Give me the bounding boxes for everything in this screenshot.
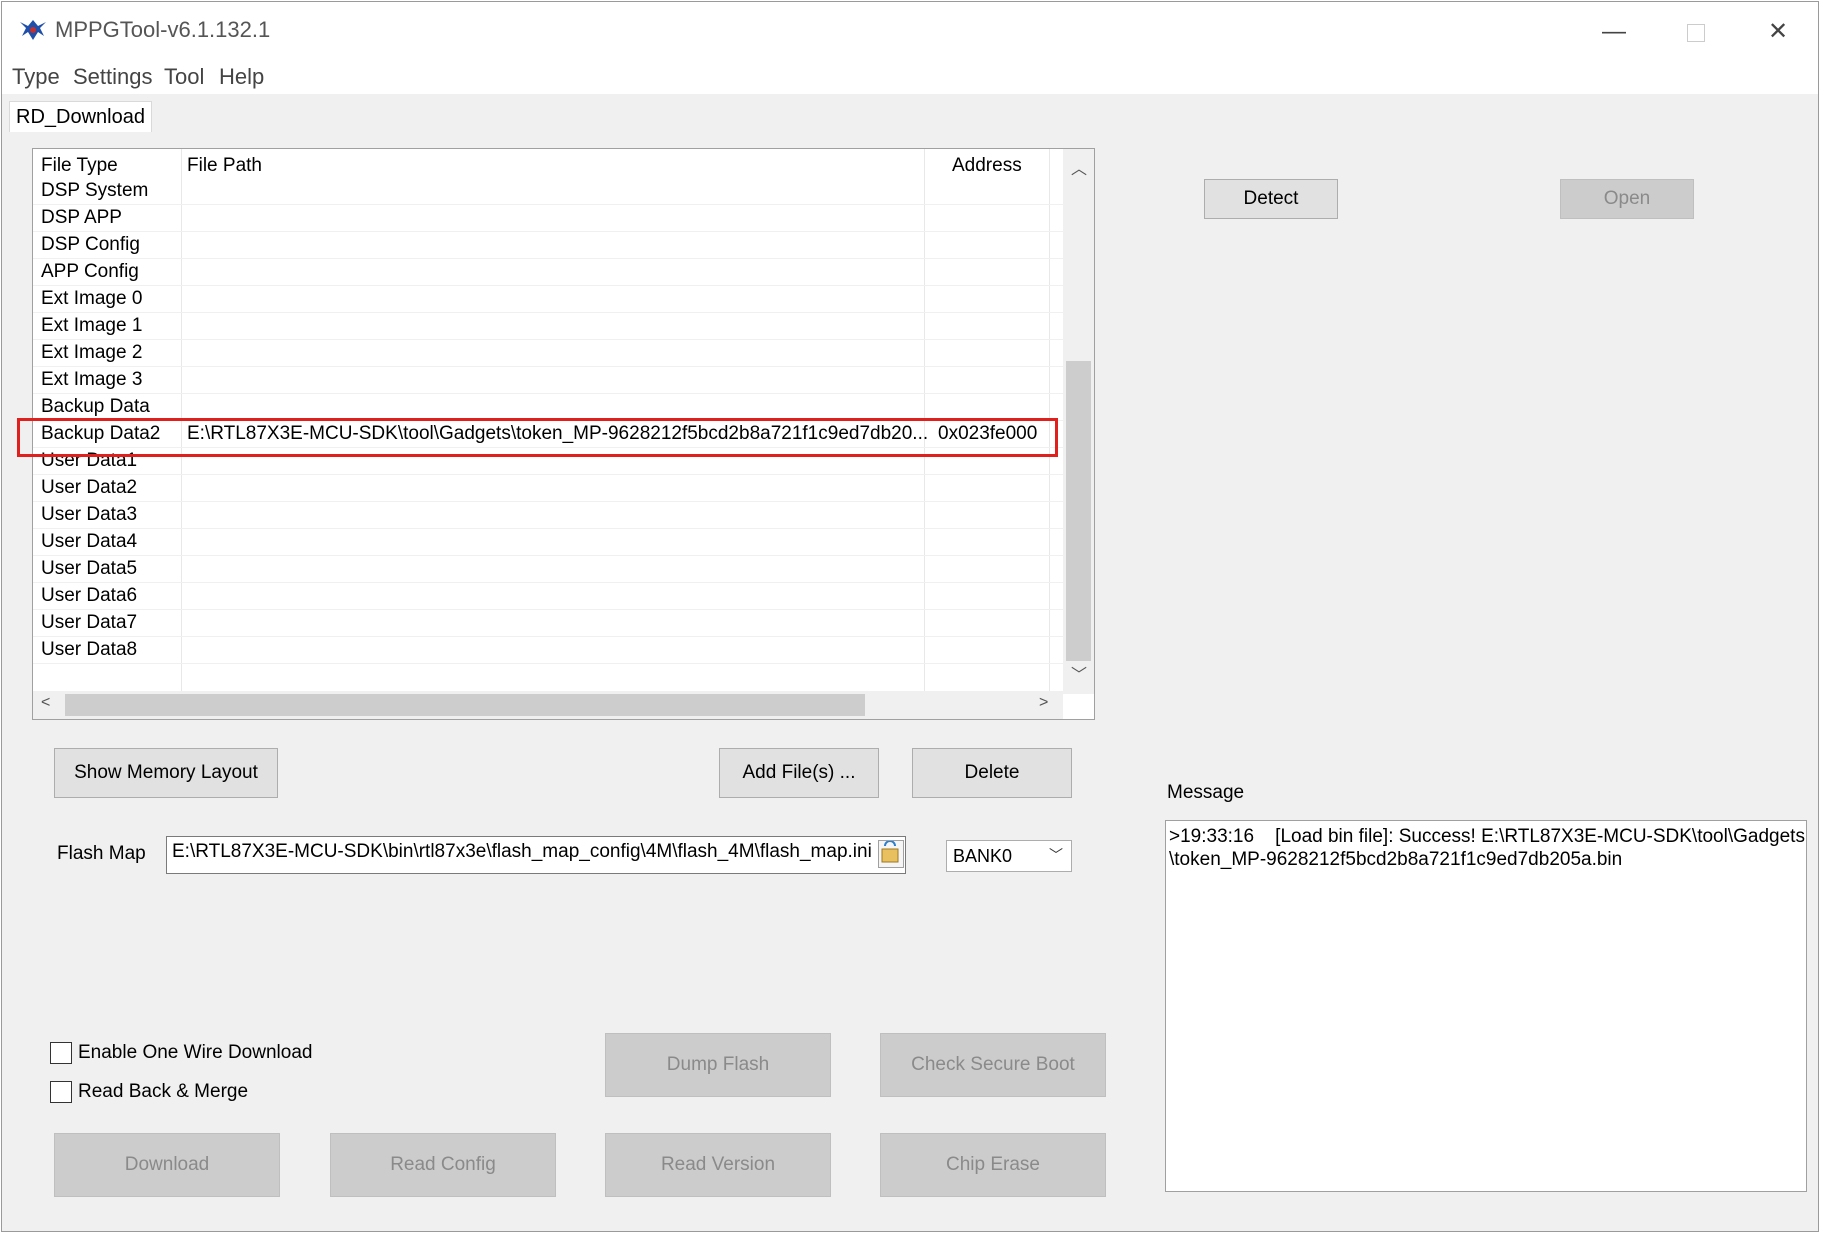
horizontal-scroll-thumb[interactable] xyxy=(65,694,865,716)
menu-settings[interactable]: Settings xyxy=(73,64,153,90)
table-row[interactable]: User Data3 xyxy=(33,502,1063,529)
title-bar: MPPGTool-v6.1.132.1 — ✕ xyxy=(2,2,1818,62)
detect-button[interactable]: Detect xyxy=(1204,179,1338,219)
scroll-down-icon[interactable]: ﹀ xyxy=(1071,661,1087,685)
cell-file-type: Ext Image 1 xyxy=(41,315,143,336)
browse-folder-icon[interactable] xyxy=(878,840,904,868)
cell-file-type: User Data7 xyxy=(41,612,138,633)
app-window: MPPGTool-v6.1.132.1 — ✕ Type Settings To… xyxy=(1,1,1819,1232)
cell-file-type: User Data2 xyxy=(41,477,138,498)
maximize-button[interactable] xyxy=(1678,16,1714,48)
table-row[interactable]: User Data6 xyxy=(33,583,1063,610)
table-header: File Type File Path Address xyxy=(33,149,1063,181)
scroll-right-icon[interactable]: > xyxy=(1039,694,1048,712)
read-back-label: Read Back & Merge xyxy=(78,1081,249,1102)
table-row[interactable]: User Data4 xyxy=(33,529,1063,556)
menu-type[interactable]: Type xyxy=(12,64,60,90)
scroll-up-icon[interactable]: ︿ xyxy=(1071,155,1087,179)
chevron-down-icon: ﹀ xyxy=(1049,847,1063,863)
cell-file-type: DSP Config xyxy=(41,234,140,255)
table-row[interactable]: Ext Image 3 xyxy=(33,367,1063,394)
bank-select[interactable]: BANK0 ﹀ xyxy=(946,840,1072,872)
highlight-box xyxy=(17,418,1058,457)
table-row[interactable]: User Data7 xyxy=(33,610,1063,637)
check-secure-boot-button[interactable]: Check Secure Boot xyxy=(880,1033,1106,1097)
cell-file-type: APP Config xyxy=(41,261,139,282)
app-logo-icon xyxy=(20,20,46,40)
horizontal-scrollbar[interactable]: < > xyxy=(33,691,1063,719)
flash-map-field[interactable]: E:\RTL87X3E-MCU-SDK\bin\rtl87x3e\flash_m… xyxy=(166,836,906,874)
table-row[interactable]: Ext Image 0 xyxy=(33,286,1063,313)
cell-file-type: Ext Image 2 xyxy=(41,342,143,363)
menu-bar: Type Settings Tool Help xyxy=(2,62,1818,94)
bank-select-value: BANK0 xyxy=(953,846,1013,866)
vertical-scroll-thumb[interactable] xyxy=(1066,361,1091,661)
table-row[interactable]: APP Config xyxy=(33,259,1063,286)
table-row[interactable]: Ext Image 2 xyxy=(33,340,1063,367)
cell-file-type: User Data3 xyxy=(41,504,138,525)
menu-tool[interactable]: Tool xyxy=(164,64,204,90)
vertical-scrollbar[interactable]: ︿ ﹀ xyxy=(1063,149,1094,694)
cell-file-type: Ext Image 0 xyxy=(41,288,143,309)
table-row[interactable]: DSP APP xyxy=(33,205,1063,232)
delete-button[interactable]: Delete xyxy=(912,748,1072,798)
table-row[interactable]: DSP Config xyxy=(33,232,1063,259)
header-file-type[interactable]: File Type xyxy=(41,155,118,177)
cell-file-type: DSP APP xyxy=(41,207,122,228)
window-title: MPPGTool-v6.1.132.1 xyxy=(55,17,271,42)
one-wire-checkbox[interactable] xyxy=(50,1042,72,1064)
table-row[interactable]: DSP System xyxy=(33,178,1063,205)
open-button[interactable]: Open xyxy=(1560,179,1694,219)
minimize-button[interactable]: — xyxy=(1596,16,1632,48)
header-address[interactable]: Address xyxy=(952,155,1022,177)
show-memory-layout-button[interactable]: Show Memory Layout xyxy=(54,748,278,798)
close-button[interactable]: ✕ xyxy=(1760,16,1796,48)
read-back-checkbox[interactable] xyxy=(50,1081,72,1103)
flash-map-label: Flash Map xyxy=(57,843,146,864)
cell-file-type: User Data8 xyxy=(41,639,138,660)
message-log[interactable]: >19:33:16 [Load bin file]: Success! E:\R… xyxy=(1165,820,1807,1192)
cell-file-type: DSP System xyxy=(41,180,149,201)
dump-flash-button[interactable]: Dump Flash xyxy=(605,1033,831,1097)
table-row[interactable]: User Data8 xyxy=(33,637,1063,664)
one-wire-label: Enable One Wire Download xyxy=(78,1042,313,1063)
cell-file-type: User Data5 xyxy=(41,558,138,579)
cell-file-type: User Data4 xyxy=(41,531,138,552)
tab-rd-download[interactable]: RD_Download xyxy=(9,101,152,132)
message-label: Message xyxy=(1167,782,1245,803)
add-files-button[interactable]: Add File(s) ... xyxy=(719,748,879,798)
chip-erase-button[interactable]: Chip Erase xyxy=(880,1133,1106,1197)
cell-file-type: User Data6 xyxy=(41,585,138,606)
table-row[interactable]: Ext Image 1 xyxy=(33,313,1063,340)
scroll-left-icon[interactable]: < xyxy=(41,694,50,712)
download-button[interactable]: Download xyxy=(54,1133,280,1197)
cell-file-type: Backup Data xyxy=(41,396,150,417)
menu-help[interactable]: Help xyxy=(219,64,264,90)
table-row[interactable]: User Data2 xyxy=(33,475,1063,502)
read-config-button[interactable]: Read Config xyxy=(330,1133,556,1197)
table-row[interactable]: User Data5 xyxy=(33,556,1063,583)
message-line: \token_MP-9628212f5bcd2b8a721f1c9ed7db20… xyxy=(1169,849,1623,870)
message-line: >19:33:16 [Load bin file]: Success! E:\R… xyxy=(1169,826,1805,847)
table-row[interactable]: Backup Data xyxy=(33,394,1063,421)
cell-file-type: Ext Image 3 xyxy=(41,369,143,390)
read-version-button[interactable]: Read Version xyxy=(605,1133,831,1197)
header-file-path[interactable]: File Path xyxy=(187,155,262,177)
